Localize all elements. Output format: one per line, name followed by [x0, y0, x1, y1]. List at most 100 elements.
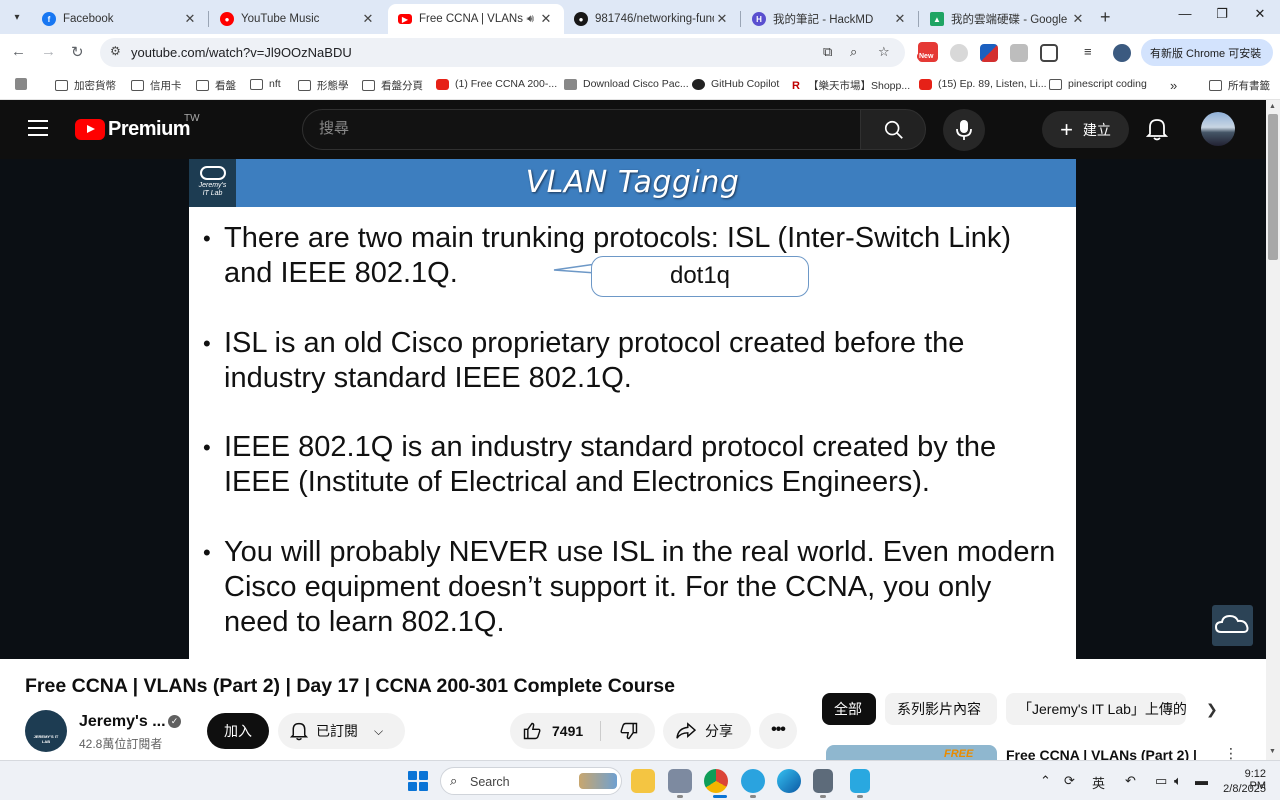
tab-hackmd[interactable]: H 我的筆記 - HackMD ✕ — [742, 4, 918, 34]
video-player[interactable]: VLAN Tagging Jeremy's IT Lab • There are… — [0, 159, 1266, 659]
tab-google-drive[interactable]: ▲ 我的雲端硬碟 - Google 雲 ✕ — [920, 4, 1096, 34]
extension-icon[interactable] — [950, 44, 968, 62]
share-button[interactable]: 分享 — [663, 713, 751, 749]
tab-free-ccna[interactable]: ▶ Free CCNA | VLANs (Pa 🔊︎ ✕ — [388, 4, 564, 34]
subscribed-button[interactable]: 已訂閱 ⌵ — [278, 713, 405, 749]
restore-button[interactable]: ❐ — [1202, 6, 1242, 22]
bookmark-link[interactable]: (1) Free CCNA 200-... — [436, 78, 557, 90]
extension-new-icon[interactable]: New — [917, 42, 938, 62]
battery-icon[interactable]: ▬ — [1195, 773, 1208, 788]
minimize-button[interactable]: — — [1165, 6, 1205, 21]
bookmark-star-icon[interactable]: ☆ — [878, 44, 890, 60]
chip-channel-uploads[interactable]: 「Jeremy's IT Lab」上傳的 — [1006, 693, 1186, 725]
media-controls-icon[interactable]: ≡ — [1084, 44, 1102, 62]
page-scrollbar[interactable]: ▲ ▼ — [1266, 100, 1280, 760]
close-window-button[interactable]: ✕ — [1240, 6, 1280, 22]
search-input[interactable] — [319, 120, 839, 137]
bookmark-folder[interactable]: nft — [250, 78, 281, 90]
close-icon[interactable]: ✕ — [714, 11, 730, 27]
volume-icon[interactable]: 🔈︎ — [1174, 773, 1182, 789]
taskbar-app-icon[interactable] — [668, 769, 692, 793]
bookmark-link[interactable]: Download Cisco Pac... — [564, 78, 689, 90]
ime-mode-icon[interactable]: ↶ — [1125, 773, 1136, 789]
create-button[interactable]: + 建立 — [1042, 111, 1129, 148]
chevron-up-icon[interactable]: ⌃ — [1040, 773, 1051, 789]
tab-facebook[interactable]: f Facebook ✕ — [32, 4, 208, 34]
join-button[interactable]: 加入 — [207, 713, 269, 749]
microphone-icon — [956, 120, 972, 140]
close-icon[interactable]: ✕ — [538, 11, 554, 27]
channel-watermark-icon[interactable] — [1212, 605, 1253, 646]
new-tab-button[interactable]: + — [1100, 7, 1111, 28]
network-icon[interactable]: ▭ — [1155, 773, 1167, 789]
account-avatar[interactable] — [1201, 112, 1235, 146]
speaker-icon[interactable]: 🔊︎ — [527, 13, 534, 26]
tab-search-button[interactable]: ▾ — [6, 6, 28, 28]
site-info-icon[interactable]: ⚙ — [110, 44, 121, 58]
chevron-right-icon[interactable]: ❯ — [1206, 701, 1218, 718]
edge-icon[interactable] — [777, 769, 801, 793]
chip-all[interactable]: 全部 — [822, 693, 876, 725]
chrome-update-button[interactable]: 有新版 Chrome 可安裝 — [1141, 39, 1273, 66]
chrome-icon[interactable] — [704, 769, 728, 793]
clock-date[interactable]: 2/8/2025 — [1220, 783, 1266, 795]
scrollbar-thumb[interactable] — [1268, 114, 1278, 260]
forward-button[interactable]: → — [41, 43, 56, 60]
extensions-puzzle-icon[interactable] — [1040, 44, 1058, 62]
youtube-logo-icon[interactable] — [75, 119, 105, 140]
file-explorer-icon[interactable] — [631, 769, 655, 793]
telegram-icon[interactable] — [741, 769, 765, 793]
tab-github[interactable]: ● 981746/networking-funda ✕ — [564, 4, 740, 34]
bookmark-folder[interactable]: 看盤分頁 — [362, 78, 423, 93]
voice-search-button[interactable] — [943, 109, 985, 151]
folder-icon — [1209, 80, 1222, 91]
more-actions-icon[interactable]: ••• — [759, 713, 797, 749]
bookmark-folder[interactable]: pinescript coding — [1049, 78, 1147, 90]
like-button[interactable]: 7491 — [510, 713, 602, 749]
all-bookmarks[interactable]: 所有書籤 — [1209, 78, 1270, 93]
calculator-icon[interactable] — [813, 769, 833, 793]
bookmark-link[interactable]: R 【樂天市場】Shopp... — [792, 78, 910, 93]
zoom-icon[interactable]: ⌕ — [850, 44, 857, 60]
bookmark-folder[interactable]: 加密貨幣 — [55, 78, 116, 93]
channel-avatar[interactable]: JEREMY'S IT LAB — [25, 710, 67, 752]
close-icon[interactable]: ✕ — [1070, 11, 1086, 27]
ime-indicator[interactable]: 英 — [1092, 773, 1105, 792]
tab-youtube-music[interactable]: ● YouTube Music ✕ — [210, 4, 386, 34]
close-icon[interactable]: ✕ — [892, 11, 908, 27]
menu-icon[interactable] — [28, 120, 48, 136]
bookmark-link[interactable]: GitHub Copilot — [692, 78, 779, 90]
chip-series[interactable]: 系列影片內容 — [885, 693, 997, 725]
install-app-icon[interactable]: ⧉ — [823, 44, 832, 60]
close-icon[interactable]: ✕ — [360, 11, 376, 27]
subscriber-count: 42.8萬位訂閱者 — [79, 737, 163, 751]
notepad-icon[interactable] — [850, 769, 870, 793]
scroll-down-icon[interactable]: ▼ — [1269, 748, 1276, 755]
reload-button[interactable]: ↻ — [71, 43, 84, 61]
channel-name[interactable]: Jeremy's ... — [79, 713, 166, 731]
extension-icon[interactable] — [1010, 44, 1028, 62]
dislike-button[interactable] — [602, 713, 655, 749]
taskbar-search[interactable]: ⌕ Search — [440, 767, 622, 795]
bookmark-folder[interactable]: 看盤 — [196, 78, 236, 93]
search-button[interactable] — [860, 109, 926, 150]
bookmark-folder[interactable]: 形態學 — [298, 78, 349, 93]
notifications-bell-icon[interactable] — [1145, 117, 1169, 146]
bookmark-link[interactable]: (15) Ep. 89, Listen, Li... — [919, 78, 1047, 90]
bookmark-folder[interactable]: 信用卡 — [131, 78, 182, 93]
profile-avatar[interactable] — [1113, 44, 1131, 62]
tab-separator — [918, 11, 919, 27]
sync-icon[interactable]: ⟳ — [1064, 773, 1075, 789]
extension-icon[interactable] — [980, 44, 998, 62]
close-icon[interactable]: ✕ — [182, 11, 198, 27]
scroll-up-icon[interactable]: ▲ — [1269, 103, 1276, 110]
video-details: Free CCNA | VLANs (Part 2) | Day 17 | CC… — [0, 659, 1266, 765]
address-bar[interactable]: ⚙ youtube.com/watch?v=Jl9OOzNaBDU ⧉ ⌕ ☆ — [100, 38, 905, 67]
apps-grid-icon[interactable] — [15, 78, 33, 90]
brand-label[interactable]: Premium — [108, 118, 191, 141]
folder-icon — [131, 80, 144, 91]
back-button[interactable]: ← — [11, 43, 26, 60]
bookmarks-overflow-icon[interactable]: » — [1170, 78, 1177, 93]
search-box[interactable] — [302, 109, 861, 150]
windows-start-icon[interactable] — [408, 771, 428, 791]
